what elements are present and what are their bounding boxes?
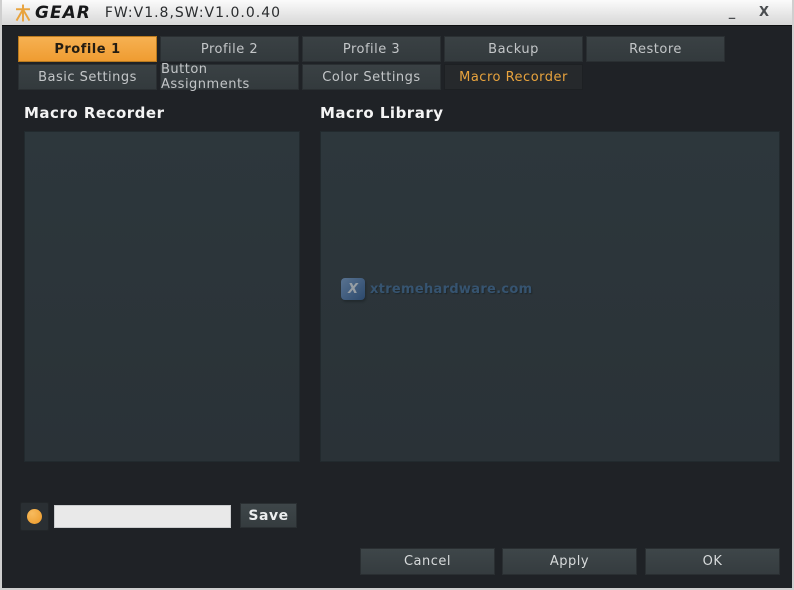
tab-basic-settings[interactable]: Basic Settings [18,64,157,90]
macro-name-input[interactable] [54,505,231,528]
watermark-text: xtremehardware.com [370,282,532,297]
tab-backup[interactable]: Backup [444,36,583,62]
record-button[interactable] [20,502,49,531]
apply-button[interactable]: Apply [502,548,637,575]
app-window: GEAR FW:V1.8,SW:V1.0.0.40 _ X Profile 1 … [0,0,794,590]
tab-macro-recorder[interactable]: Macro Recorder [444,64,583,90]
minimize-button[interactable]: _ [724,4,740,22]
close-button[interactable]: X [756,4,772,22]
tab-profile-2[interactable]: Profile 2 [160,36,299,62]
record-dot-icon [27,509,42,524]
fnatic-logo-icon [14,4,32,22]
tab-button-assignments[interactable]: Button Assignments [160,64,299,90]
save-button[interactable]: Save [240,503,297,528]
macro-library-heading: Macro Library [320,104,444,122]
macro-recorder-heading: Macro Recorder [24,104,165,122]
xtremehardware-logo-icon: X [341,278,365,300]
brand-name: GEAR [35,3,91,23]
titlebar: GEAR FW:V1.8,SW:V1.0.0.40 _ X [2,0,792,26]
cancel-button[interactable]: Cancel [360,548,495,575]
firmware-version-text: FW:V1.8,SW:V1.0.0.40 [105,5,281,21]
macro-recorder-list [24,131,300,462]
brand-logo: GEAR [14,3,91,23]
window-controls: _ X [724,4,784,22]
watermark: X xtremehardware.com [341,278,532,300]
macro-library-list: X xtremehardware.com [320,131,780,462]
tab-profile-1[interactable]: Profile 1 [18,36,157,62]
tab-profile-3[interactable]: Profile 3 [302,36,441,62]
tab-restore[interactable]: Restore [586,36,725,62]
ok-button[interactable]: OK [645,548,780,575]
tab-color-settings[interactable]: Color Settings [302,64,441,90]
